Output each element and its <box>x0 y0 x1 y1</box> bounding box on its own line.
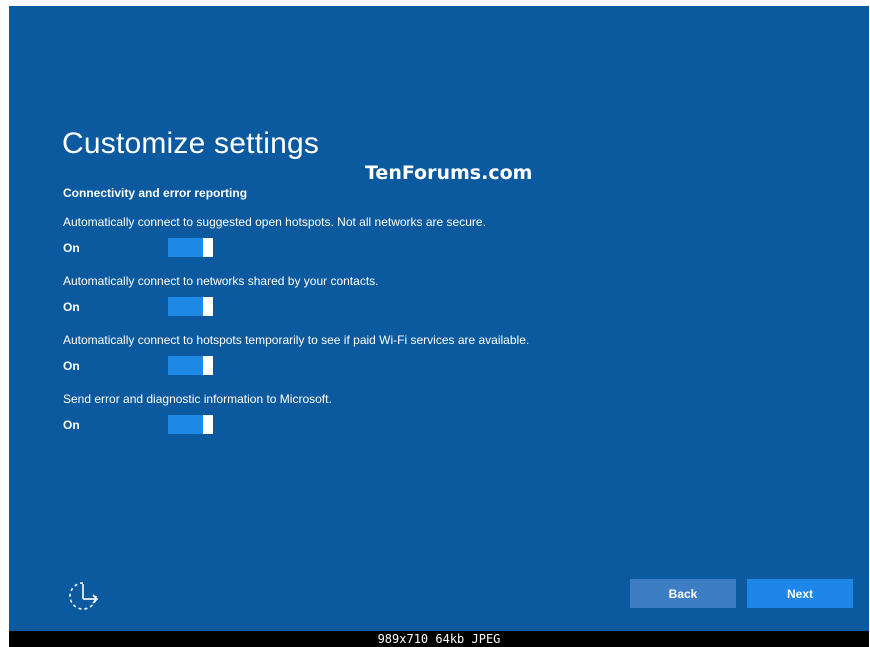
toggle-state-label: On <box>63 359 80 373</box>
watermark: TenForums.com <box>365 162 533 184</box>
toggle-state-label: On <box>63 241 80 255</box>
back-button[interactable]: Back <box>630 579 736 608</box>
toggle-switch[interactable] <box>168 238 213 257</box>
image-info-caption: 989x710 64kb JPEG <box>377 632 501 646</box>
next-button[interactable]: Next <box>747 579 853 608</box>
setting-description: Automatically connect to suggested open … <box>63 215 486 229</box>
toggle-switch[interactable] <box>168 356 213 375</box>
setting-description: Automatically connect to hotspots tempor… <box>63 333 530 347</box>
toggle-state-label: On <box>63 418 80 432</box>
setting-description: Send error and diagnostic information to… <box>63 392 332 406</box>
section-heading: Connectivity and error reporting <box>63 186 248 200</box>
ease-of-access-icon[interactable] <box>66 579 100 613</box>
setting-suggested-hotspots: Automatically connect to suggested open … <box>63 215 763 265</box>
setting-paid-wifi-hotspots: Automatically connect to hotspots tempor… <box>63 333 763 383</box>
toggle-knob <box>203 238 213 257</box>
setting-error-diagnostics: Send error and diagnostic information to… <box>63 392 763 442</box>
setting-description: Automatically connect to networks shared… <box>63 274 379 288</box>
page-title: Customize settings <box>62 127 320 160</box>
image-info-bar: 989x710 64kb JPEG <box>9 631 869 647</box>
toggle-switch[interactable] <box>168 415 213 434</box>
oobe-screen: Customize settings TenForums.com Connect… <box>9 6 869 631</box>
setting-shared-networks: Automatically connect to networks shared… <box>63 274 763 324</box>
toggle-knob <box>203 415 213 434</box>
toggle-switch[interactable] <box>168 297 213 316</box>
toggle-state-label: On <box>63 300 80 314</box>
toggle-knob <box>203 356 213 375</box>
toggle-knob <box>203 297 213 316</box>
